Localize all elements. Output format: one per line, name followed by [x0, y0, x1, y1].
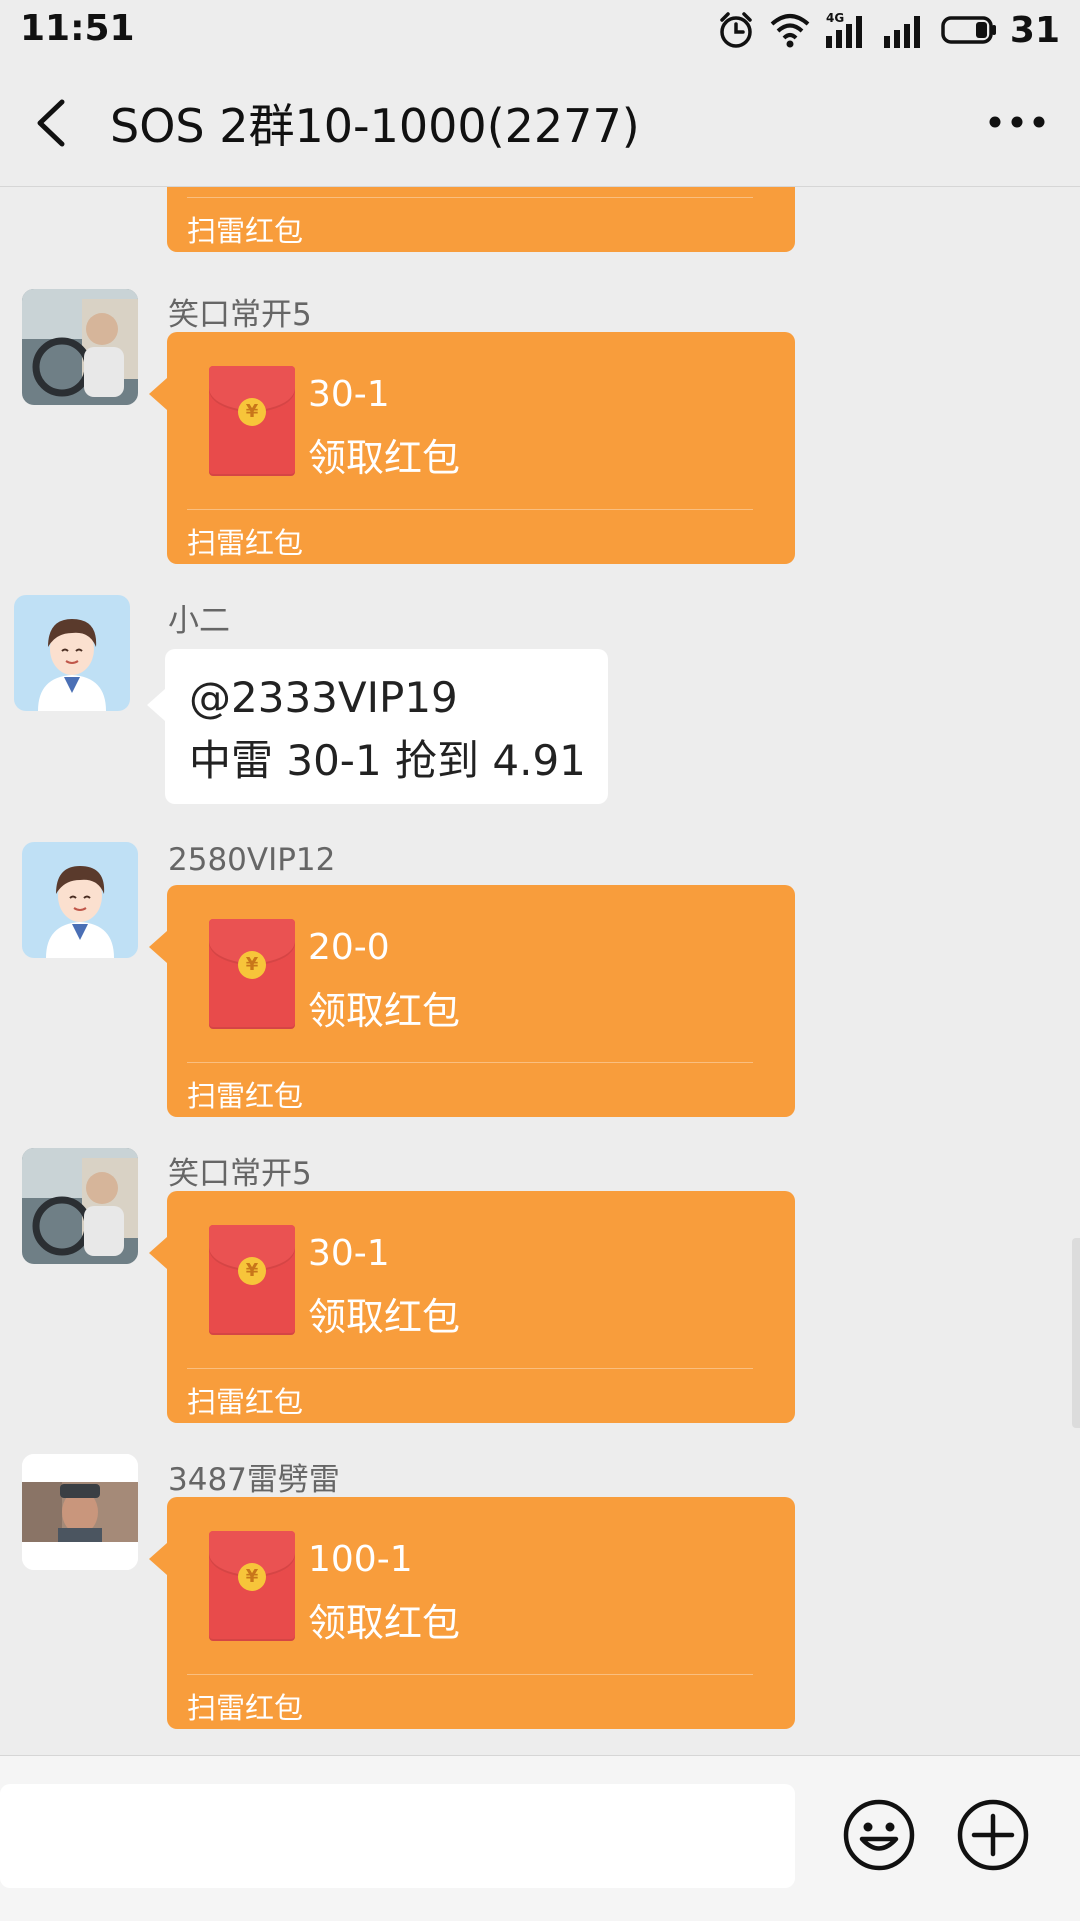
avatar[interactable] — [22, 1454, 138, 1570]
avatar-cartoon-icon — [22, 842, 138, 958]
message-line: @2333VIP19 — [189, 673, 458, 722]
sender-name: 笑口常开5 — [168, 297, 312, 333]
avatar-photo-icon — [22, 1148, 138, 1264]
input-bar — [0, 1755, 1080, 1921]
text-message-bubble[interactable]: @2333VIP19 中雷 30-1 抢到 4.91 — [147, 649, 608, 804]
alarm-icon — [720, 12, 752, 48]
red-envelope-icon: ¥ — [209, 366, 295, 476]
avatar[interactable] — [22, 289, 138, 405]
status-time: 11:51 — [20, 8, 135, 49]
avatar-photo-icon — [22, 1454, 138, 1570]
chat-title: SOS 2群10-1000(2277) — [110, 99, 640, 153]
coin-icon: ¥ — [238, 398, 266, 426]
message-line: 中雷 30-1 抢到 4.91 — [189, 736, 586, 785]
plus-circle-icon[interactable] — [956, 1798, 1030, 1872]
status-icons: 4G 31 — [716, 6, 1060, 54]
red-packet-footer: 扫雷红包 — [187, 1691, 304, 1725]
chat-message-list[interactable]: 扫雷红包 笑口常开5 ¥ 30-1 领取红包 扫雷红包 小二 @2333VIP1… — [0, 187, 1080, 1755]
red-packet-footer: 扫雷红包 — [187, 1385, 304, 1419]
red-packet-divider — [187, 509, 753, 510]
avatar[interactable] — [22, 1148, 138, 1264]
signal-4g-icon: 4G — [825, 11, 862, 48]
red-envelope-icon: ¥ — [209, 1225, 295, 1335]
red-packet-divider — [187, 1062, 753, 1063]
avatar[interactable] — [14, 595, 130, 711]
red-packet-bubble[interactable]: ¥ 30-1 领取红包 扫雷红包 — [149, 1191, 795, 1423]
sender-name: 小二 — [168, 603, 230, 639]
red-packet-amount: 20-0 — [308, 927, 390, 968]
red-packet-action: 领取红包 — [308, 1295, 461, 1339]
red-packet-action: 领取红包 — [308, 1601, 461, 1645]
red-packet-amount: 30-1 — [308, 374, 390, 415]
red-packet-divider — [187, 1368, 753, 1369]
more-dots-icon[interactable] — [986, 100, 1048, 144]
scrollbar-handle[interactable] — [1072, 1238, 1080, 1428]
coin-icon: ¥ — [238, 1563, 266, 1591]
red-packet-footer: 扫雷红包 — [187, 526, 304, 560]
red-packet-footer: 扫雷红包 — [187, 1079, 304, 1113]
coin-icon: ¥ — [238, 1257, 266, 1285]
red-packet-bubble[interactable]: ¥ 20-0 领取红包 扫雷红包 — [149, 885, 795, 1117]
red-packet-divider — [187, 197, 753, 198]
avatar[interactable] — [22, 842, 138, 958]
red-packet-amount: 30-1 — [308, 1233, 390, 1274]
battery-icon — [941, 16, 996, 44]
coin-icon: ¥ — [238, 951, 266, 979]
red-packet-divider — [187, 1674, 753, 1675]
sender-name: 笑口常开5 — [168, 1156, 312, 1192]
sender-name: 2580VIP12 — [168, 842, 336, 878]
red-packet-action: 领取红包 — [308, 989, 461, 1033]
smiley-icon[interactable] — [842, 1798, 916, 1872]
red-envelope-icon: ¥ — [209, 1531, 295, 1641]
battery-level: 31 — [1009, 9, 1060, 51]
red-packet-footer: 扫雷红包 — [187, 214, 304, 248]
chat-header: SOS 2群10-1000(2277) — [0, 60, 1080, 187]
avatar-cartoon-icon — [14, 595, 130, 711]
status-bar: 11:51 4G 31 — [0, 0, 1080, 60]
red-envelope-icon: ¥ — [209, 919, 295, 1029]
red-packet-amount: 100-1 — [308, 1539, 413, 1580]
red-packet-bubble[interactable]: ¥ 30-1 领取红包 扫雷红包 — [149, 332, 795, 564]
avatar-photo-icon — [22, 289, 138, 405]
sender-name: 3487雷劈雷 — [168, 1462, 340, 1498]
red-packet-bubble[interactable]: ¥ 100-1 领取红包 扫雷红包 — [149, 1497, 795, 1729]
network-label: 4G — [826, 11, 844, 25]
message-input[interactable] — [0, 1784, 795, 1888]
red-packet-action: 领取红包 — [308, 436, 461, 480]
red-packet-bubble[interactable]: 扫雷红包 — [167, 187, 795, 252]
signal-icon — [883, 16, 920, 48]
wifi-icon — [770, 14, 810, 48]
chevron-left-icon[interactable] — [28, 96, 76, 150]
